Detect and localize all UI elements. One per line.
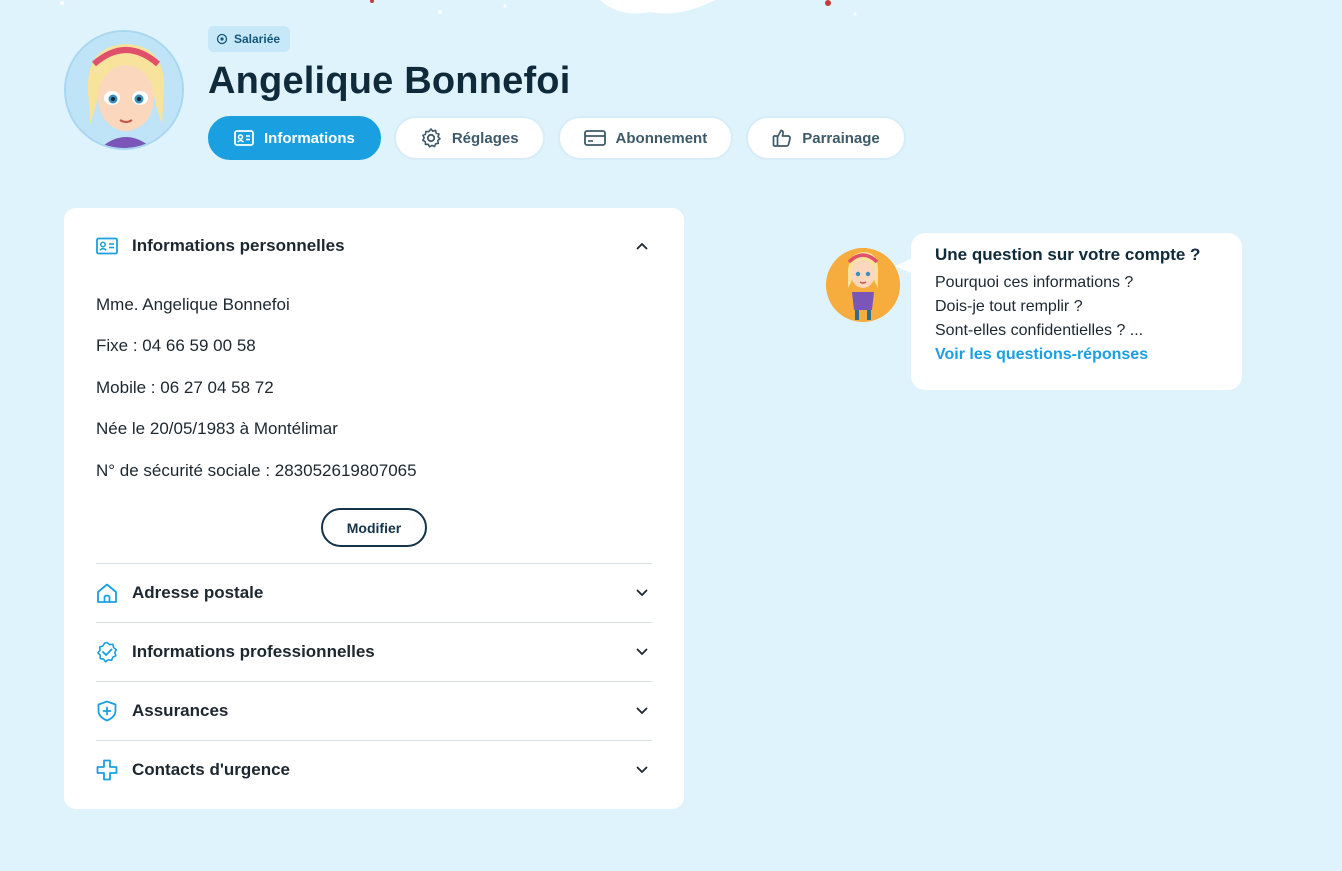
credit-card-icon — [583, 130, 606, 146]
target-icon — [216, 33, 228, 45]
status-badge-label: Salariée — [234, 32, 281, 46]
tab-reglages-label: Réglages — [451, 129, 519, 147]
chevron-down-icon[interactable] — [636, 766, 648, 774]
gear-icon — [421, 128, 441, 148]
profile-tabs: Informations Réglages Abonnement Parrain… — [208, 116, 906, 160]
tab-parrainage-label: Parrainage — [802, 129, 880, 147]
page-title: Angelique Bonnefoi — [208, 60, 571, 102]
decorative-snow — [60, 0, 857, 16]
status-badge: Salariée — [208, 26, 291, 52]
helper-illustration — [826, 248, 900, 322]
help-title: Une question sur votre compte ? — [935, 245, 1201, 264]
house-icon — [97, 583, 117, 603]
verified-badge-icon — [97, 641, 118, 663]
tab-parrainage[interactable]: Parrainage — [746, 116, 906, 160]
profile-header: Salariée Angelique Bonnefoi Informations… — [64, 26, 964, 170]
help-question: Pourquoi ces informations ? — [935, 274, 1134, 291]
avatar-illustration — [66, 32, 182, 148]
help-question: Dois-je tout remplir ? — [935, 298, 1083, 315]
info-mobile: Mobile : 06 27 04 58 72 — [96, 378, 274, 397]
section-informations-professionnelles[interactable]: Informations professionnelles — [96, 623, 652, 681]
section-title: Informations personnelles — [132, 236, 345, 255]
section-title: Assurances — [132, 701, 229, 720]
info-landline: Fixe : 04 66 59 00 58 — [96, 336, 256, 355]
modify-button[interactable]: Modifier — [321, 508, 427, 547]
section-informations-personnelles[interactable]: Informations personnelles — [96, 217, 652, 275]
tab-abonnement-label: Abonnement — [615, 129, 708, 147]
section-adresse-postale[interactable]: Adresse postale — [96, 564, 652, 622]
faq-link[interactable]: Voir les questions-réponses — [935, 343, 1218, 367]
info-social-security: N° de sécurité sociale : 283052619807065 — [96, 461, 417, 480]
info-birth: Née le 20/05/1983 à Montélimar — [96, 419, 338, 438]
tab-reglages[interactable]: Réglages — [393, 116, 545, 160]
helper-avatar — [826, 248, 900, 322]
thumbs-up-icon — [772, 129, 792, 147]
id-card-icon — [234, 130, 254, 146]
tab-informations-label: Informations — [264, 129, 355, 147]
section-title: Informations professionnelles — [132, 642, 375, 661]
section-assurances[interactable]: Assurances — [96, 682, 652, 740]
tab-informations[interactable]: Informations — [208, 116, 381, 160]
info-full-name: Mme. Angelique Bonnefoi — [96, 295, 290, 314]
avatar — [64, 30, 184, 150]
section-contacts-urgence[interactable]: Contacts d'urgence — [96, 741, 652, 799]
help-question: Sont-elles confidentielles ? ... — [935, 322, 1144, 339]
chevron-down-icon[interactable] — [636, 648, 648, 656]
profile-card: Informations personnelles Mme. Angelique… — [64, 208, 684, 809]
tab-abonnement[interactable]: Abonnement — [557, 116, 734, 160]
chevron-down-icon[interactable] — [636, 589, 648, 597]
section-title: Adresse postale — [132, 583, 264, 602]
chevron-down-icon[interactable] — [636, 707, 648, 715]
medical-cross-icon — [96, 759, 118, 781]
chevron-up-icon[interactable] — [636, 242, 648, 250]
shield-plus-icon — [97, 700, 117, 722]
help-bubble: Une question sur votre compte ? Pourquoi… — [911, 233, 1242, 390]
id-card-icon — [96, 237, 118, 255]
section-title: Contacts d'urgence — [132, 760, 291, 779]
